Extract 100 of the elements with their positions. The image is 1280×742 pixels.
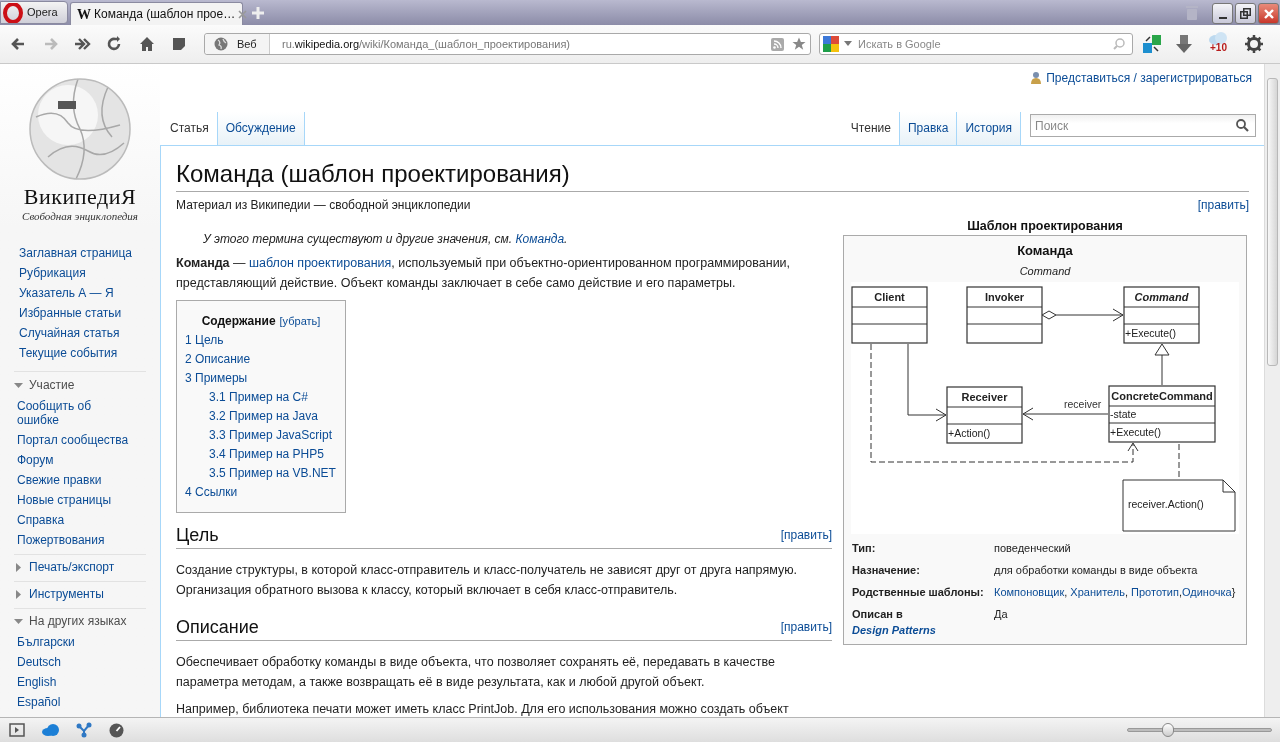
sidebar-link[interactable]: Избранные статьи (19, 303, 122, 323)
infobox-subtitle: Command (1018, 264, 1072, 279)
sidebar-link[interactable]: Случайная статья (19, 323, 120, 343)
sidebar-section-toggle[interactable]: Участие (14, 375, 75, 395)
sidebar-link[interactable]: Български (17, 632, 75, 652)
note-icon[interactable] (170, 35, 188, 53)
scrollbar[interactable] (1264, 64, 1280, 717)
login-link[interactable]: Представиться / зарегистрироваться (1046, 69, 1252, 87)
link[interactable]: Прототип (1131, 586, 1179, 598)
paragraph: Команда — шаблон проектирования, используемый при объектно-ориентированном программировании, представляющий действие. Объект команды заключает в себе само действие и его параметры. (176, 255, 792, 292)
translate-icon[interactable] (1142, 34, 1162, 54)
close-icon (1263, 8, 1274, 19)
zoom-slider[interactable] (1127, 722, 1272, 738)
infobox-value: поведенческий (994, 541, 1072, 556)
rss-icon[interactable] (771, 37, 784, 51)
favicon-icon: W (77, 3, 91, 25)
minimize-icon (1218, 17, 1227, 19)
speedometer-icon[interactable] (109, 722, 124, 738)
page-title: Команда (шаблон проектирования) (176, 158, 1249, 192)
infobox-label: Описан в (852, 607, 904, 622)
link[interactable]: Хранитель (1070, 586, 1125, 598)
search-field[interactable]: Искать в Google (819, 33, 1133, 55)
search-input[interactable]: Поиск (1031, 116, 1236, 135)
close-button[interactable] (1258, 3, 1279, 24)
scrollbar-thumb[interactable] (1267, 78, 1278, 366)
toc-link[interactable]: 3.4 Пример на PHP5 (185, 445, 337, 464)
page-tab[interactable]: История (957, 112, 1021, 145)
caret-down-icon (14, 380, 23, 390)
edit-link[interactable]: [править] (780, 527, 832, 543)
page-tab[interactable]: Правка (899, 112, 958, 145)
caret-icon[interactable] (844, 41, 852, 47)
sidebar-link[interactable]: Deutsch (17, 652, 62, 672)
slider-thumb[interactable] (1161, 723, 1174, 737)
restore-button[interactable] (1235, 3, 1256, 24)
toc-link[interactable]: 3.5 Пример на VB.NET (185, 464, 337, 483)
infobox-label: Родственные шаблоны: (852, 585, 985, 600)
sidebar-link[interactable]: Портал сообщества (17, 430, 129, 450)
address-field[interactable]: Веб ru.wikipedia.org/wiki/Команда_(шаблон_проектирования) (204, 33, 811, 55)
toc-link[interactable]: 3.2 Пример на Java (185, 407, 337, 426)
cloud-icon[interactable] (42, 724, 60, 736)
edit-link[interactable]: [править] (780, 619, 832, 635)
settings-icon[interactable] (1245, 35, 1263, 53)
weather-count-label: +10 (1210, 42, 1227, 54)
edit-link[interactable]: [править] (1197, 197, 1249, 213)
paragraph: Например, библиотека печати может иметь класс PrintJob. Для его использования можно создать объект (176, 701, 790, 717)
infobox-value: для обработки команды в виде объекта (994, 563, 1199, 578)
section-heading: Описание (176, 616, 259, 639)
sidebar-link[interactable]: Сообщить об ошибке (17, 396, 132, 430)
infobox-caption: Шаблон проектирования (966, 218, 1124, 235)
address-mode-label: Веб (237, 36, 257, 52)
class-method: +Execute() (1110, 426, 1162, 438)
toc-link[interactable]: 2 Описание (185, 350, 337, 369)
subtitle: Материал из Википедии — свободной энциклопедии (176, 197, 471, 213)
section-heading: Цель (176, 524, 219, 547)
sidebar-link[interactable]: Указатель А — Я (19, 283, 114, 303)
link[interactable]: Одиночка (1182, 586, 1232, 598)
unite-icon[interactable] (76, 722, 92, 738)
sidebar-link[interactable]: Свежие правки (17, 470, 102, 490)
cloud-icon[interactable] (1208, 32, 1228, 45)
sidebar-section-toggle[interactable]: Инструменты (14, 584, 104, 604)
toc-toggle-link[interactable]: [убрать] (279, 311, 321, 331)
plus-icon[interactable] (251, 6, 265, 20)
sidebar-section-toggle[interactable]: Печать/экспорт (14, 557, 115, 577)
toc-link[interactable]: 3 Примеры (185, 369, 337, 388)
sidebar-link[interactable]: Заглавная страница (19, 243, 132, 263)
search-field[interactable]: Поиск (1030, 114, 1256, 137)
tab-title: Команда (шаблон прое… (94, 6, 236, 23)
tagline: Свободная энциклопедия (22, 209, 138, 223)
sidebar-link[interactable]: Справка (17, 510, 65, 530)
inheritance-arrow (1154, 343, 1170, 386)
sidebar-link[interactable]: Español (17, 692, 61, 712)
toc-link[interactable]: 3.3 Пример JavaScript (185, 426, 337, 445)
link[interactable]: Design Patterns (852, 622, 936, 638)
home-icon[interactable] (138, 35, 156, 53)
search-input[interactable]: Искать в Google (858, 35, 1113, 53)
search-icon[interactable] (1236, 119, 1249, 132)
note-connector (1178, 443, 1180, 480)
page-tab[interactable]: Обсуждение (217, 112, 305, 145)
class-attribute: -state (1110, 408, 1137, 420)
toc-link[interactable]: 1 Цель (185, 331, 337, 350)
toc-link[interactable]: 4 Ссылки (185, 483, 337, 502)
class-method: +Execute() (1125, 327, 1177, 339)
user-icon (1031, 72, 1042, 84)
sidebar-link[interactable]: Рубрикация (19, 263, 86, 283)
minimize-button[interactable] (1212, 3, 1233, 24)
sidebar-link[interactable]: Текущие события (19, 343, 118, 363)
opera-menu-button[interactable]: Opera (0, 1, 68, 24)
download-icon[interactable] (1175, 34, 1193, 54)
sidebar-link[interactable]: Форум (17, 450, 54, 470)
star-icon[interactable] (792, 37, 806, 51)
close-icon[interactable] (238, 9, 248, 19)
sidebar-link[interactable]: English (17, 672, 57, 692)
toc-link[interactable]: 3.1 Пример на C# (185, 388, 337, 407)
panel-icon[interactable] (9, 723, 25, 737)
paragraph: Обеспечивает обработку команды в виде объекта, что позволяет сохранять её, передавать в качестве параметра методам, а также возвращать её в виде результата, как и любой другой объект. (176, 654, 776, 691)
sidebar-link[interactable]: Новые страницы (17, 490, 112, 510)
sidebar-link[interactable]: Пожертвования (17, 530, 105, 550)
caret-right-icon (14, 589, 23, 599)
sidebar-section-toggle[interactable]: На других языках (14, 611, 127, 631)
opera-logo-icon (3, 2, 23, 23)
